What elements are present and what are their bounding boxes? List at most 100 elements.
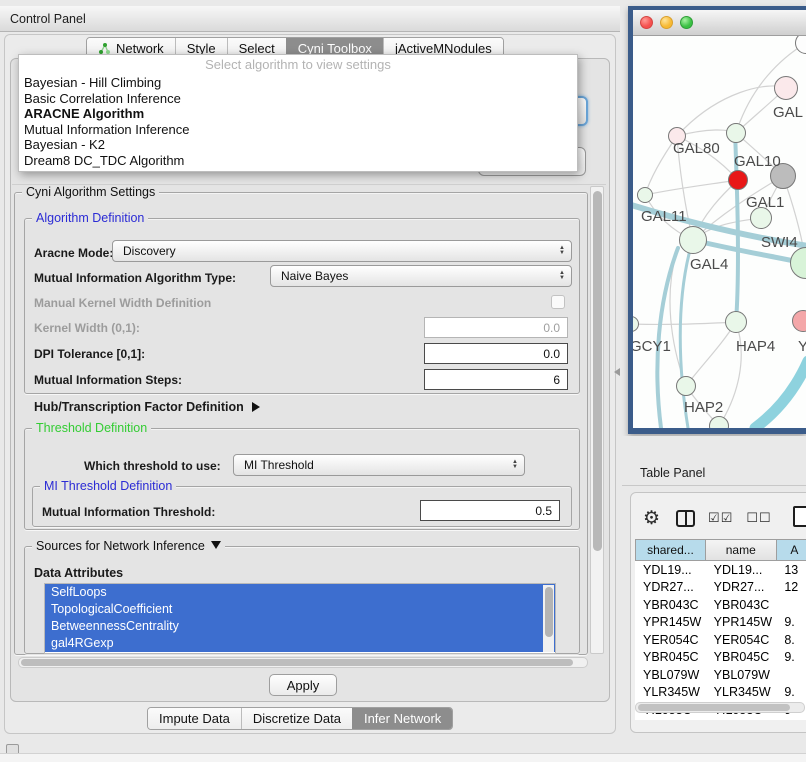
expanded-arrow-icon	[211, 541, 221, 549]
data-attributes-label: Data Attributes	[34, 566, 123, 580]
table-cell: YPR145W	[706, 614, 777, 632]
hub-definition-toggle[interactable]: Hub/Transcription Factor Definition	[34, 400, 260, 414]
table-row[interactable]: YPR145WYPR145W9.	[635, 614, 806, 632]
table-row[interactable]: YBR043CYBR043C	[635, 596, 806, 614]
algorithm-dropdown-popup: Select algorithm to view settings Bayesi…	[18, 54, 578, 172]
aracne-mode-label: Aracne Mode:	[34, 246, 113, 260]
network-node[interactable]	[725, 311, 747, 333]
split-view-icon[interactable]	[676, 510, 695, 527]
network-node-label: GAL80	[673, 140, 720, 157]
tab-impute-data[interactable]: Impute Data	[148, 708, 241, 729]
table-cell: YPR145W	[635, 614, 706, 632]
splitter-collapse-icon[interactable]	[614, 368, 620, 376]
attributes-scrollbar[interactable]	[543, 585, 554, 652]
data-attribute-item[interactable]: BetweennessCentrality	[45, 618, 555, 635]
gear-icon[interactable]: ⚙	[643, 507, 660, 530]
table-row[interactable]: YER054CYER054C8.	[635, 631, 806, 649]
table-cell: YBL079W	[706, 666, 777, 684]
data-attribute-item[interactable]: TopologicalCoefficient	[45, 601, 555, 618]
column-header-name[interactable]: name	[706, 539, 777, 561]
kernel-width-input: 0.0	[424, 317, 568, 338]
algorithm-dropdown-placeholder: Select algorithm to view settings	[19, 55, 577, 75]
network-node[interactable]	[679, 226, 707, 254]
which-threshold-combobox[interactable]: MI Threshold ▲▼	[233, 454, 525, 476]
file-icon[interactable]	[793, 506, 806, 527]
network-node[interactable]	[728, 170, 748, 190]
table-cell: YBL079W	[635, 666, 706, 684]
stepper-icon: ▲▼	[512, 460, 518, 470]
data-attribute-item[interactable]: SelfLoops	[45, 584, 555, 601]
network-node[interactable]	[637, 187, 653, 203]
mi-steps-input[interactable]: 6	[424, 369, 568, 390]
table-header-row: shared...nameA	[635, 539, 806, 561]
tab-discretize-data[interactable]: Discretize Data	[241, 708, 352, 729]
table-horizontal-scrollbar[interactable]	[635, 702, 805, 713]
mi-threshold-input[interactable]: 0.5	[420, 500, 560, 521]
table-row[interactable]: YDL19...YDL19...13	[635, 561, 806, 579]
table-cell: YDR27...	[635, 579, 706, 597]
manual-kernel-label: Manual Kernel Width Definition	[34, 296, 211, 310]
select-all-checkbox-icon[interactable]: ☑☑	[708, 510, 733, 526]
table-cell: 9.	[776, 614, 806, 632]
close-traffic-light-icon[interactable]	[640, 16, 653, 29]
sources-group-label[interactable]: Sources for Network Inference	[32, 539, 225, 553]
algorithm-option[interactable]: Mutual Information Inference	[19, 122, 577, 138]
table-cell: YBR045C	[635, 649, 706, 667]
data-attributes-list: SelfLoopsTopologicalCoefficientBetweenne…	[44, 583, 556, 654]
algorithm-option[interactable]: Bayesian - K2	[19, 137, 577, 153]
mi-type-combobox[interactable]: Naive Bayes ▲▼	[270, 265, 572, 287]
network-node[interactable]	[676, 376, 696, 396]
deselect-all-checkbox-icon[interactable]: ☐☐	[746, 510, 771, 526]
network-node-label: HAP4	[736, 338, 775, 355]
algorithm-option[interactable]: Bayesian - Hill Climbing	[19, 75, 577, 91]
settings-group-label: Cyni Algorithm Settings	[22, 185, 159, 199]
network-window-titlebar[interactable]	[633, 10, 806, 36]
aracne-mode-combobox[interactable]: Discovery ▲▼	[112, 240, 572, 262]
network-node[interactable]	[774, 76, 798, 100]
dpi-tolerance-label: DPI Tolerance [0,1]:	[34, 347, 145, 361]
table-cell	[776, 666, 806, 684]
mi-type-label: Mutual Information Algorithm Type:	[34, 271, 236, 285]
settings-horizontal-scrollbar[interactable]	[18, 657, 588, 668]
algorithm-option[interactable]: ARACNE Algorithm	[19, 106, 577, 122]
algorithm-dropdown-list: Bayesian - Hill ClimbingBasic Correlatio…	[19, 75, 577, 168]
table-cell: YDL19...	[706, 561, 777, 579]
tab-infer-network[interactable]: Infer Network	[352, 708, 452, 729]
desktop: Control Panel ✕ NetworkStyleSelectCyni T…	[0, 0, 806, 762]
stepper-icon: ▲▼	[559, 271, 565, 281]
dpi-tolerance-input[interactable]: 0.0	[424, 343, 568, 364]
algorithm-option[interactable]: Dream8 DC_TDC Algorithm	[19, 153, 577, 169]
column-header-shared[interactable]: shared...	[635, 539, 706, 561]
manual-kernel-checkbox[interactable]	[551, 295, 565, 309]
table-cell: YDL19...	[635, 561, 706, 579]
table-cell: 12	[776, 579, 806, 597]
kernel-width-label: Kernel Width (0,1):	[34, 321, 140, 335]
apply-button[interactable]: Apply	[269, 674, 337, 696]
table-cell	[776, 596, 806, 614]
network-canvas[interactable]: GAL80GAL10GAL1GAL11SWI4GAL4HAP4YGCY1HAP2…	[633, 36, 806, 428]
network-node-label: GAL1	[746, 194, 784, 211]
settings-vertical-scrollbar[interactable]	[590, 186, 604, 654]
mi-type-value: Naive Bayes	[281, 269, 348, 283]
data-attribute-item[interactable]: gal4RGexp	[45, 635, 555, 652]
table-cell: 9.	[776, 649, 806, 667]
table-row[interactable]: YLR345WYLR345W9.	[635, 684, 806, 702]
network-node-label: HAP2	[684, 399, 723, 416]
mi-threshold-group-label: MI Threshold Definition	[40, 479, 176, 493]
which-threshold-value: MI Threshold	[244, 458, 314, 472]
table-cell: YER054C	[635, 631, 706, 649]
minimize-traffic-light-icon[interactable]	[660, 16, 673, 29]
table-panel-titlebar: Table Panel	[622, 436, 806, 486]
network-node-label: GAL	[773, 104, 803, 121]
network-node[interactable]	[726, 123, 746, 143]
column-header-a[interactable]: A	[777, 539, 806, 561]
table-row[interactable]: YBR045CYBR045C9.	[635, 649, 806, 667]
algorithm-definition-label: Algorithm Definition	[32, 211, 148, 225]
bottom-tabbar: Impute DataDiscretize DataInfer Network	[147, 707, 453, 730]
zoom-traffic-light-icon[interactable]	[680, 16, 693, 29]
algorithm-option[interactable]: Basic Correlation Inference	[19, 91, 577, 107]
table-row[interactable]: YDR27...YDR27...12	[635, 579, 806, 597]
table-row[interactable]: YBL079WYBL079W	[635, 666, 806, 684]
table-cell: YLR345W	[635, 684, 706, 702]
table-panel: ⚙ ☑☑ ☐☐ shared...nameA YDL19...YDL19...1…	[630, 492, 806, 733]
